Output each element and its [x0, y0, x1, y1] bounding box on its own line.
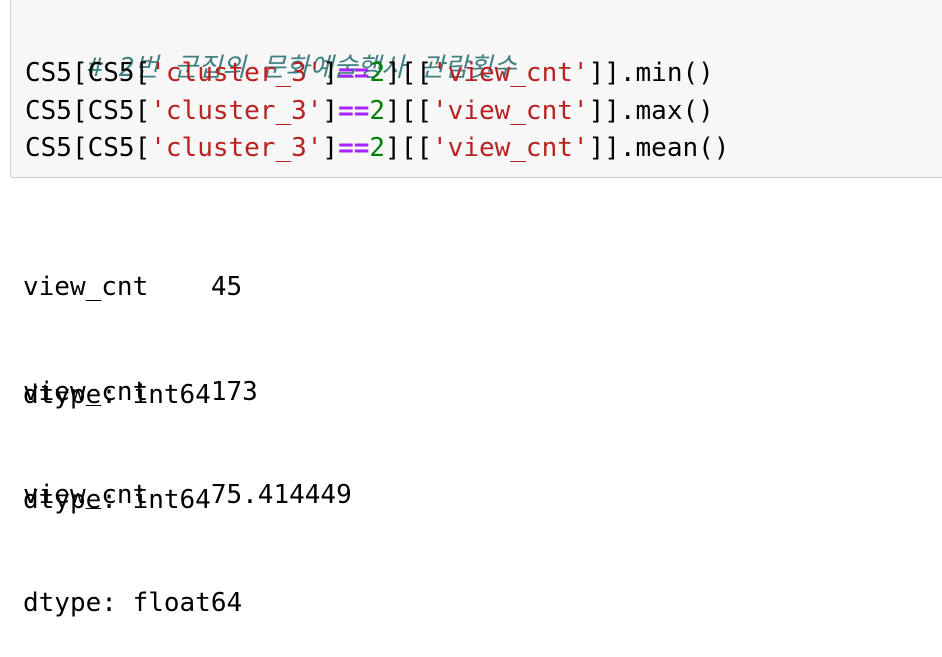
code-token-bracket: ] [322, 58, 339, 88]
code-token-number: 2 [369, 58, 386, 88]
code-token-string: 'cluster_3' [150, 58, 323, 88]
code-token-operator: == [338, 133, 370, 163]
code-token-bracket: ] [322, 96, 339, 126]
code-token-suffix: ]].min() [588, 58, 714, 88]
code-token-number: 2 [369, 96, 386, 126]
code-line-mean: CS5[CS5['cluster_3']==2][['view_cnt']].m… [25, 131, 729, 165]
code-token-mid: ][[ [385, 58, 433, 88]
code-token-prefix: CS5[CS5[ [25, 133, 151, 163]
output-mean: view_cnt 75.414449 dtype: float64 [23, 405, 352, 657]
code-token-mid: ][[ [385, 133, 433, 163]
code-line-min: CS5[CS5['cluster_3']==2][['view_cnt']].m… [25, 56, 714, 90]
code-token-prefix: CS5[CS5[ [25, 58, 151, 88]
output-value-line: view_cnt 75.414449 [23, 480, 352, 510]
code-token-number: 2 [369, 133, 386, 163]
output-dtype-line: dtype: float64 [23, 588, 243, 618]
code-token-bracket: ] [322, 133, 339, 163]
code-token-string: 'cluster_3' [150, 96, 323, 126]
code-token-string: 'view_cnt' [432, 58, 589, 88]
code-token-mid: ][[ [385, 96, 433, 126]
code-comment-line: # 2번 군집의 문화예술행사 관람횟수 [25, 17, 517, 83]
code-token-string: 'view_cnt' [432, 133, 589, 163]
code-line-max: CS5[CS5['cluster_3']==2][['view_cnt']].m… [25, 94, 714, 128]
code-token-suffix: ]].max() [588, 96, 714, 126]
code-token-suffix: ]].mean() [588, 133, 730, 163]
code-input-cell[interactable]: # 2번 군집의 문화예술행사 관람횟수 CS5[CS5['cluster_3'… [10, 0, 942, 178]
code-token-string: 'view_cnt' [432, 96, 589, 126]
code-token-string: 'cluster_3' [150, 133, 323, 163]
code-token-prefix: CS5[CS5[ [25, 96, 151, 126]
code-token-operator: == [338, 58, 370, 88]
code-token-operator: == [338, 96, 370, 126]
output-value-line: view_cnt 45 [23, 272, 243, 302]
